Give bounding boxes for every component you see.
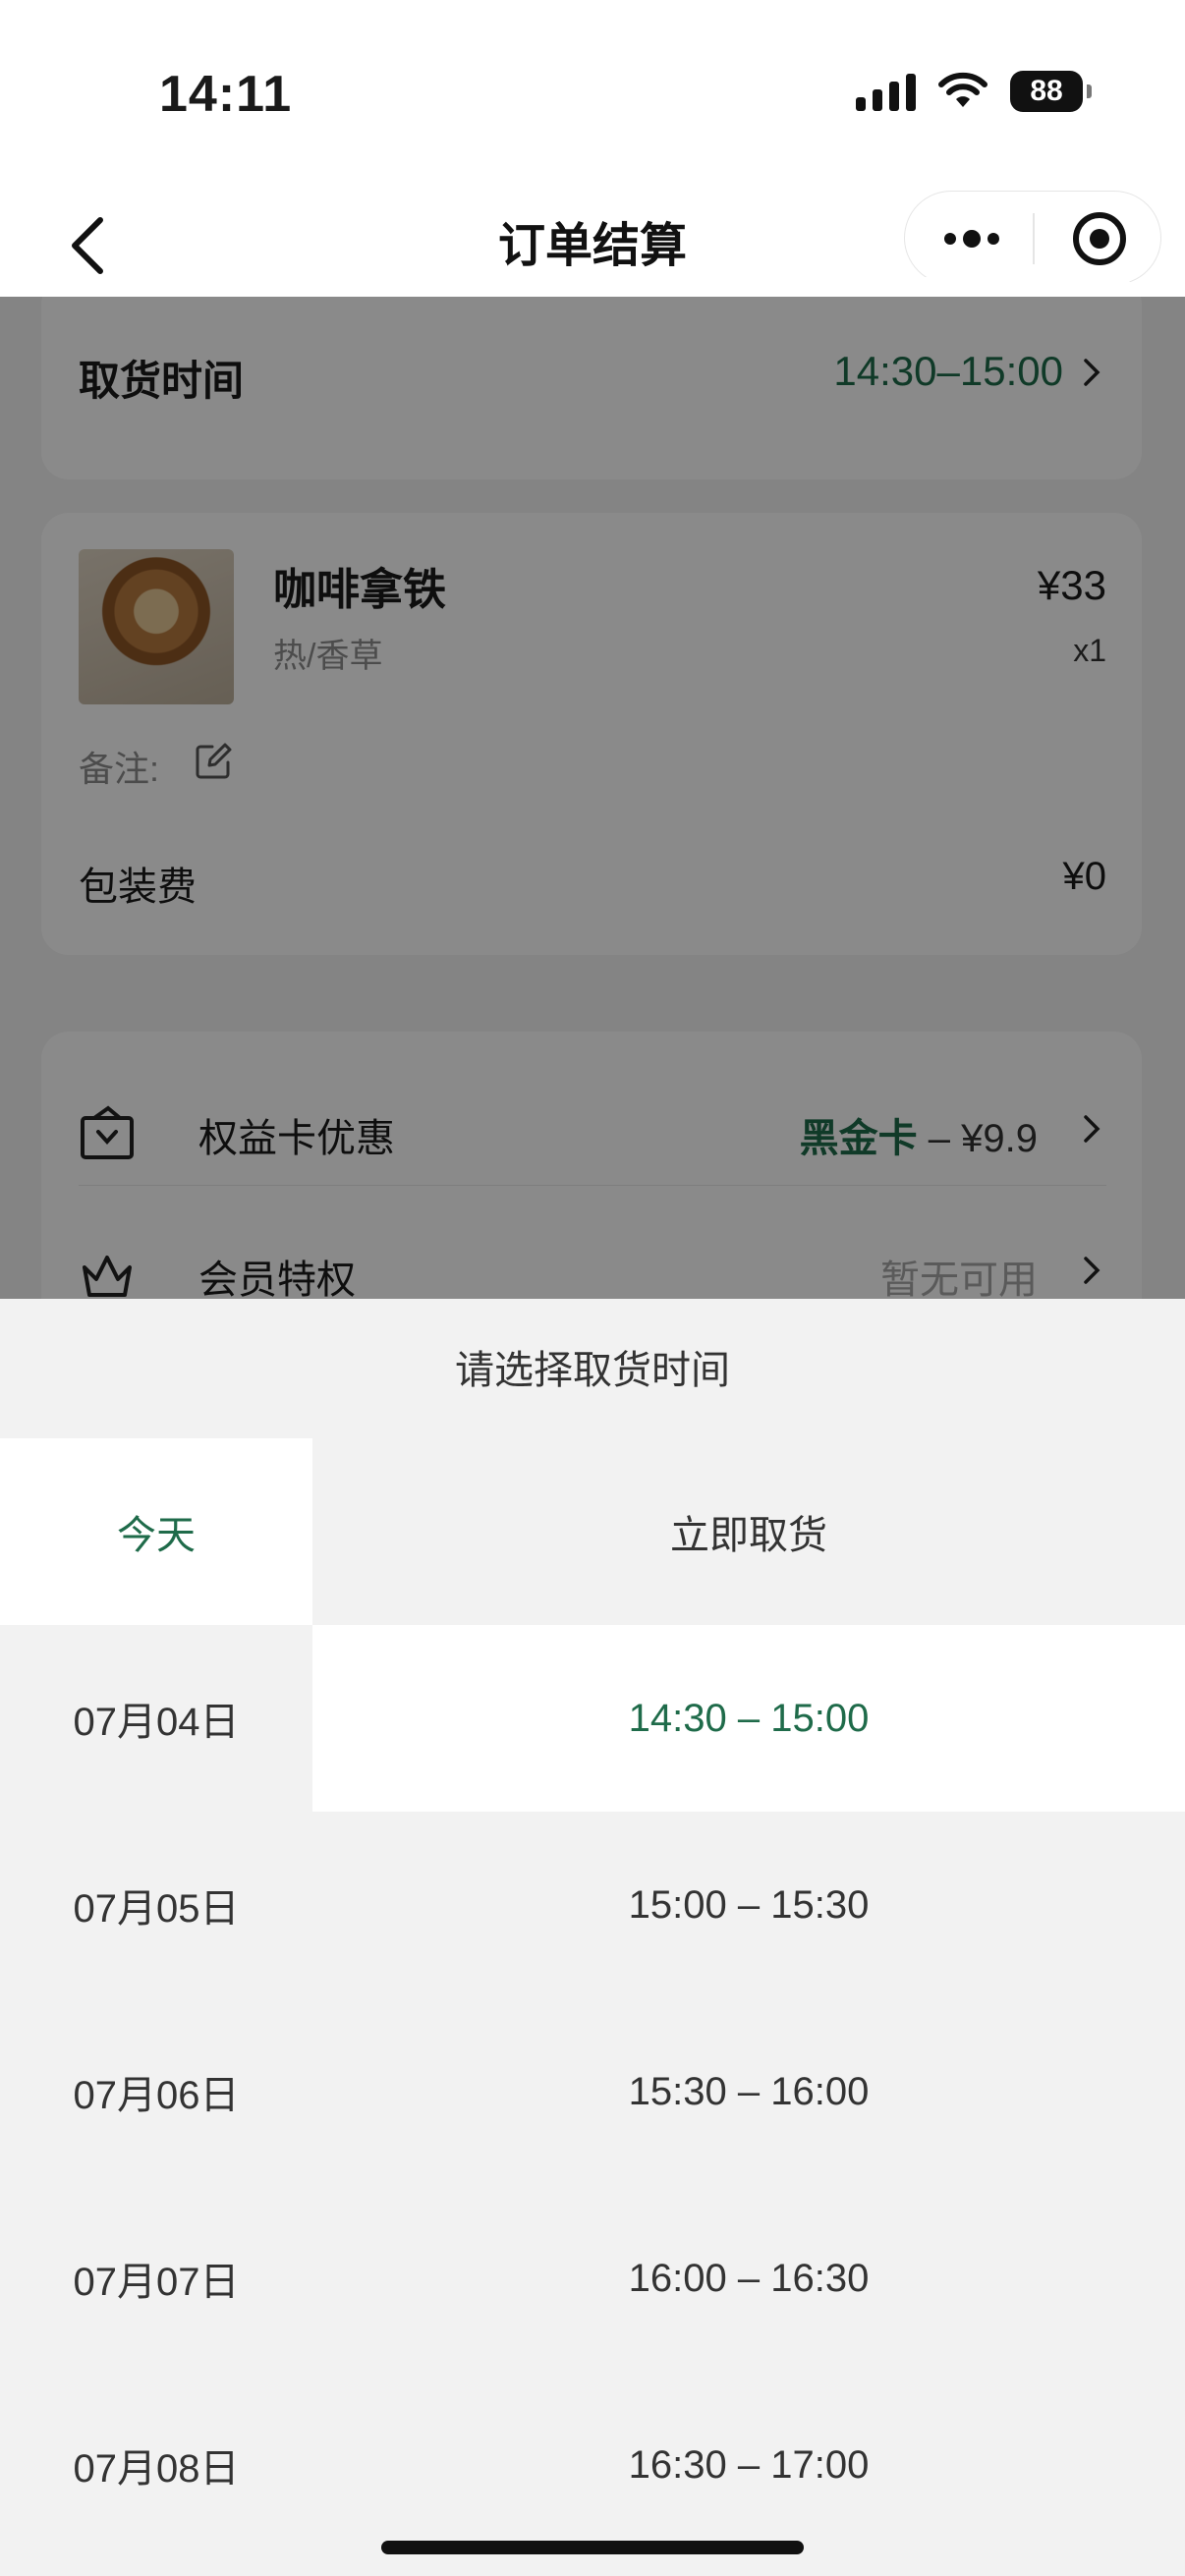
status-time: 14:11 bbox=[159, 66, 293, 123]
pickup-time-sheet: 请选择取货时间 今天 07月04日 07月05日 07月06日 07月07日 0… bbox=[0, 1299, 1185, 2576]
date-list: 今天 07月04日 07月05日 07月06日 07月07日 07月08日 bbox=[0, 1438, 312, 2576]
time-slot-item[interactable]: 15:30 – 16:00 bbox=[312, 1998, 1185, 2185]
time-slot-list: 立即取货 14:30 – 15:00 15:00 – 15:30 15:30 –… bbox=[312, 1438, 1185, 2576]
close-mini-program-icon[interactable] bbox=[1072, 211, 1127, 266]
time-slot-immediate[interactable]: 立即取货 bbox=[312, 1438, 1185, 1625]
time-slot-item[interactable]: 14:30 – 15:00 bbox=[312, 1625, 1185, 1812]
status-bar: 14:11 88 bbox=[0, 0, 1185, 187]
capsule-divider bbox=[1033, 213, 1035, 264]
date-item[interactable]: 07月04日 bbox=[0, 1625, 312, 1812]
wifi-icon bbox=[938, 72, 988, 107]
date-item[interactable]: 07月08日 bbox=[0, 2372, 312, 2558]
date-item[interactable]: 07月05日 bbox=[0, 1812, 312, 1998]
date-item[interactable]: 07月07日 bbox=[0, 2185, 312, 2372]
sheet-title: 请选择取货时间 bbox=[455, 1349, 730, 1392]
more-icon[interactable] bbox=[942, 225, 1001, 252]
time-slot-item[interactable]: 16:00 – 16:30 bbox=[312, 2185, 1185, 2372]
time-slot-item[interactable]: 15:00 – 15:30 bbox=[312, 1812, 1185, 1998]
time-slot-item[interactable]: 16:30 – 17:00 bbox=[312, 2372, 1185, 2558]
date-item[interactable]: 07月06日 bbox=[0, 1998, 312, 2185]
date-item[interactable]: 今天 bbox=[0, 1438, 312, 1625]
battery-icon: 88 bbox=[1010, 71, 1092, 112]
modal-overlay[interactable] bbox=[0, 297, 1185, 1299]
status-icons: 88 bbox=[856, 71, 1092, 112]
home-indicator bbox=[381, 2541, 804, 2554]
mini-program-capsule bbox=[904, 191, 1161, 285]
signal-icon bbox=[856, 72, 916, 111]
